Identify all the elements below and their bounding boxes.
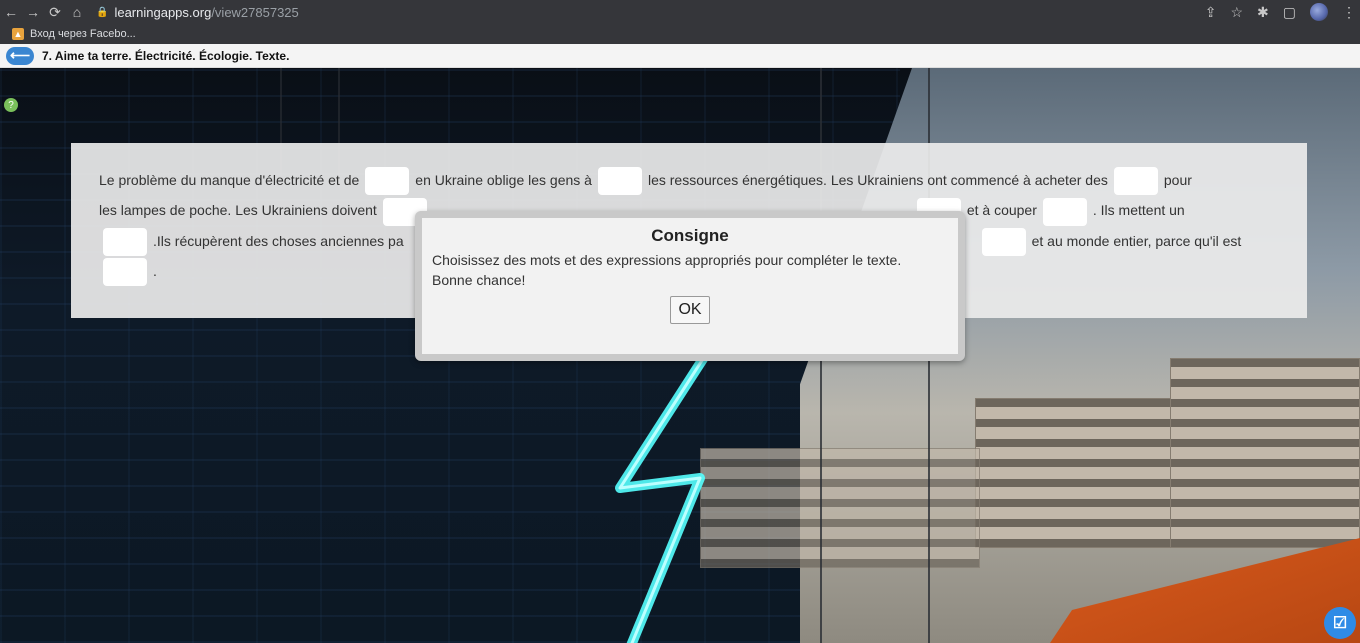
help-icon[interactable]: ? bbox=[4, 98, 18, 112]
text-segment: les lampes de poche. Les Ukrainiens doiv… bbox=[99, 202, 377, 219]
text-segment: et à couper bbox=[966, 202, 1037, 219]
dialog-text: Choisissez des mots et des expressions a… bbox=[432, 252, 902, 268]
back-arrow-icon[interactable]: ← bbox=[0, 4, 22, 20]
text-segment: en Ukraine oblige les gens à bbox=[415, 172, 592, 188]
blank-gap[interactable] bbox=[365, 167, 410, 196]
text-segment: .Ils récupèrent des choses anciennes pa bbox=[153, 232, 404, 249]
extensions-icon[interactable]: ✱ bbox=[1257, 4, 1269, 21]
text-segment: Le problème du manque d'électricité et d… bbox=[99, 172, 360, 188]
blank-gap[interactable] bbox=[1113, 167, 1158, 196]
bookmark-icon: ▲ bbox=[12, 28, 24, 40]
star-icon[interactable]: ☆ bbox=[1230, 4, 1243, 21]
blank-gap[interactable] bbox=[981, 227, 1026, 256]
blank-gap[interactable] bbox=[1042, 197, 1087, 226]
bookmarks-bar: ▲ Вход через Facebo... bbox=[0, 24, 1360, 44]
url-host: learningapps.org bbox=[114, 4, 212, 20]
exercise-stage: ? Le problème du manque d'électricité et… bbox=[0, 68, 1360, 643]
share-icon[interactable]: ⇪ bbox=[1205, 4, 1217, 21]
apartment-building bbox=[1170, 358, 1360, 548]
back-button[interactable]: ⟵ bbox=[6, 46, 34, 65]
ok-button[interactable]: OK bbox=[670, 296, 710, 324]
lock-icon: 🔒 bbox=[96, 6, 109, 18]
bookmark-item[interactable]: Вход через Facebo... bbox=[30, 28, 136, 40]
dialog-text: Bonne chance! bbox=[432, 272, 526, 288]
text-segment: les ressources énergétiques. Les Ukraini… bbox=[647, 172, 1108, 188]
text-line-1: Le problème du manque d'électricité et d… bbox=[99, 165, 1281, 196]
apartment-building bbox=[975, 398, 1175, 548]
app-header: ⟵ 7. Aime ta terre. Électricité. Écologi… bbox=[0, 44, 1360, 68]
text-segment: . bbox=[153, 262, 157, 279]
profile-avatar[interactable] bbox=[1310, 3, 1328, 21]
window-icon[interactable]: ▢ bbox=[1283, 4, 1296, 21]
app-title: 7. Aime ta terre. Électricité. Écologie.… bbox=[42, 48, 290, 63]
text-segment: . Ils mettent un bbox=[1092, 202, 1185, 219]
arrow-left-icon: ⟵ bbox=[9, 47, 31, 63]
check-button[interactable]: ☑ bbox=[1324, 607, 1356, 639]
home-icon[interactable]: ⌂ bbox=[66, 4, 88, 20]
lightning-bolt-icon bbox=[615, 348, 715, 643]
menu-icon[interactable]: ⋮ bbox=[1342, 4, 1356, 21]
reload-icon[interactable]: ⟳ bbox=[44, 4, 66, 21]
browser-toolbar: ← → ⟳ ⌂ 🔒 learningapps.org/view27857325 … bbox=[0, 0, 1360, 24]
blank-gap[interactable] bbox=[103, 227, 147, 256]
text-segment: et au monde entier, parce qu'il est bbox=[1031, 232, 1242, 249]
instruction-dialog: Consigne Choisissez des mots et des expr… bbox=[415, 211, 965, 361]
address-bar[interactable]: 🔒 learningapps.org/view27857325 bbox=[96, 5, 299, 20]
url-path: /view27857325 bbox=[211, 4, 299, 20]
dialog-title: Consigne bbox=[651, 226, 729, 245]
forward-arrow-icon[interactable]: → bbox=[22, 4, 44, 20]
blank-gap[interactable] bbox=[103, 258, 147, 287]
text-segment: pour bbox=[1163, 172, 1192, 188]
blank-gap[interactable] bbox=[597, 167, 642, 196]
check-square-icon: ☑ bbox=[1332, 615, 1348, 632]
